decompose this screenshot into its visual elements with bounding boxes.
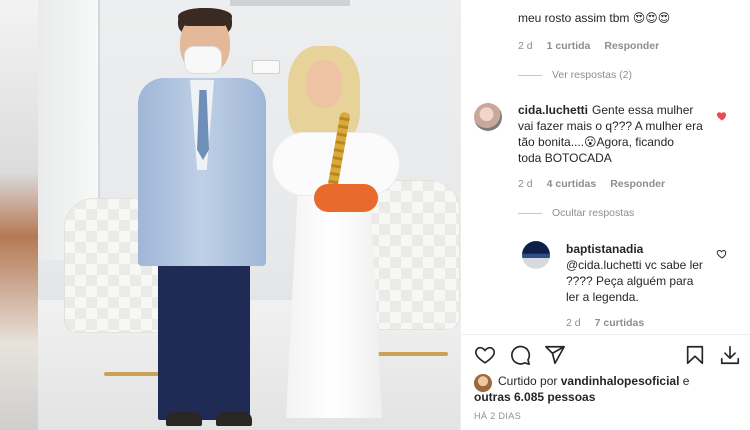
reply-baptista: baptistanadia @cida.luchetti vc sabe ler… [566, 241, 716, 305]
likes-prefix: Curtido por [498, 374, 558, 388]
comment-line-4: toda BOTOCADA [518, 151, 612, 165]
avatar-baptistanadia[interactable] [522, 241, 550, 269]
action-bar [474, 344, 744, 366]
photo-light-switch [252, 60, 280, 74]
post-photo[interactable] [0, 0, 460, 430]
comment-meta: 2 d 1 curtida Responder [518, 40, 659, 52]
comment-username[interactable]: baptistanadia [566, 242, 643, 256]
comment-meta: 2 d 4 curtidas Responder [518, 178, 665, 190]
likes-summary: Curtido por vandinhalopesoficial e outra… [474, 373, 744, 405]
hide-replies-label[interactable]: Ocultar respostas [552, 207, 634, 219]
comment-line-2: vai fazer mais o q??? A mulher era [518, 119, 703, 133]
replies-line [518, 74, 542, 76]
comment-age: 2 d [518, 40, 533, 52]
likes-mid: e [682, 374, 690, 388]
liker-username[interactable]: vandinhalopesoficial [561, 374, 680, 388]
bookmark-icon[interactable] [684, 344, 706, 366]
photo-man-shoe-right [216, 412, 252, 426]
avatar-cida-luchetti[interactable] [474, 103, 502, 131]
comment-line-2: ???? Peça alguém para [566, 274, 694, 288]
comment-meta: 2 d 7 curtidas [566, 317, 644, 329]
comment-age: 2 d [518, 178, 533, 190]
photo-man-mask [184, 46, 222, 74]
share-icon[interactable] [544, 344, 566, 366]
heart-icon[interactable] [474, 344, 496, 366]
reply-button[interactable]: Responder [610, 178, 665, 190]
comment-line-1: @cida.luchetti vc sabe ler [566, 258, 703, 272]
photo-woman-face [306, 60, 342, 108]
reply-button[interactable]: Responder [604, 40, 659, 52]
post-date[interactable]: HÁ 2 DIAS [474, 411, 521, 421]
view-replies-label[interactable]: Ver respostas (2) [552, 69, 632, 81]
photo-man-hair-top [178, 8, 232, 26]
liked-heart-icon[interactable] [716, 110, 728, 122]
photo-chair-right [368, 180, 460, 330]
view-replies-toggle[interactable]: Ver respostas (2) [518, 69, 632, 81]
likes-others-link[interactable]: outras 6.085 pessoas [474, 390, 595, 404]
comment-line-3: ler a legenda. [566, 290, 639, 304]
photo-chair-right-base [378, 352, 448, 356]
replies-line [518, 212, 542, 214]
comment-username[interactable]: cida.luchetti [518, 103, 588, 117]
photo-wall-frame [230, 0, 350, 6]
photo-man-pants [158, 262, 250, 420]
hide-replies-toggle[interactable]: Ocultar respostas [518, 207, 634, 219]
comment-line-1: Gente essa mulher [592, 103, 694, 117]
comment-icon[interactable] [509, 344, 531, 366]
comment-likes-count[interactable]: 1 curtida [547, 40, 591, 52]
comment-text-tail: meu rosto assim tbm 😍😍😍 [518, 11, 671, 25]
heart-outline-icon[interactable] [716, 248, 728, 260]
comment-likes-count[interactable]: 4 curtidas [547, 178, 597, 190]
download-icon[interactable] [719, 344, 741, 366]
comment-age: 2 d [566, 317, 581, 329]
photo-man-shoe-left [166, 412, 202, 426]
comment-likes-count[interactable]: 7 curtidas [595, 317, 645, 329]
photo-orange-bag [314, 184, 378, 212]
photo-left-edge [0, 0, 38, 430]
comment-cida: cida.luchetti Gente essa mulher vai fazer… [518, 102, 714, 166]
actions-divider [460, 334, 750, 335]
comment-line-3: tão bonita....😮Agora, ficando [518, 135, 674, 149]
photo-woman-skirt [286, 196, 382, 418]
